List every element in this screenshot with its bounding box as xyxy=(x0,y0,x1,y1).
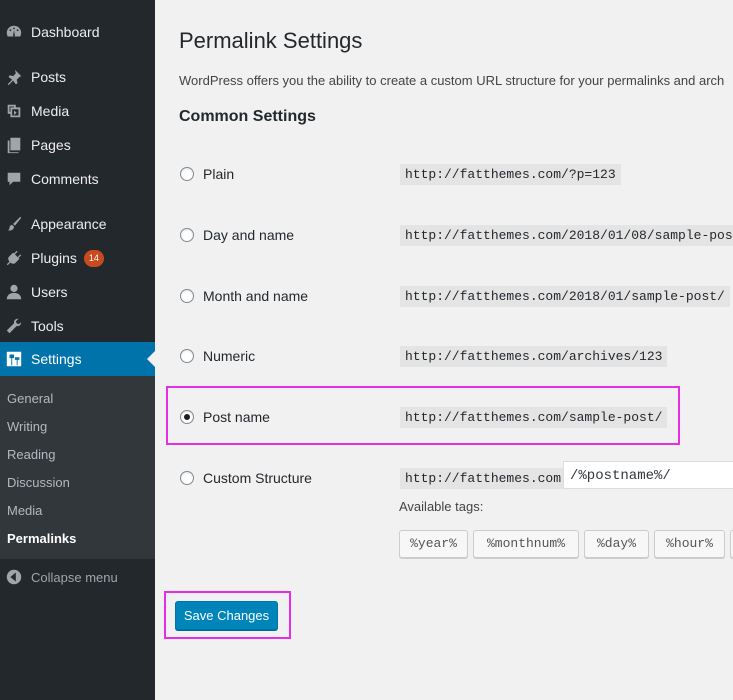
radio-day-and-name[interactable] xyxy=(180,228,194,242)
option-label-custom-structure: Custom Structure xyxy=(203,470,312,486)
submenu-reading[interactable]: Reading xyxy=(7,447,55,462)
custom-structure-input[interactable]: /%postname%/ xyxy=(563,461,733,489)
menu-label: Plugins xyxy=(31,250,77,266)
menu-label: Dashboard xyxy=(31,24,100,40)
menu-label: Settings xyxy=(31,351,82,367)
brush-icon xyxy=(4,214,24,234)
example-url-plain: http://fatthemes.com/?p=123 xyxy=(400,164,621,185)
available-tags-label: Available tags: xyxy=(399,499,484,514)
menu-label: Tools xyxy=(31,318,64,334)
comment-icon xyxy=(4,169,24,189)
submenu-media[interactable]: Media xyxy=(7,503,42,518)
option-label-post-name: Post name xyxy=(203,409,270,425)
menu-appearance[interactable]: Appearance xyxy=(0,207,155,241)
radio-month-and-name[interactable] xyxy=(180,289,194,303)
tag-year-button[interactable]: %year% xyxy=(399,530,468,558)
menu-label: Media xyxy=(31,103,70,119)
menu-label: Users xyxy=(31,284,68,300)
collapse-label: Collapse menu xyxy=(31,569,118,585)
wrench-icon xyxy=(4,316,24,336)
media-icon xyxy=(4,101,24,121)
admin-sidebar: Dashboard Posts Media Pages Comments App… xyxy=(0,0,155,700)
menu-label: Comments xyxy=(31,171,99,187)
menu-comments[interactable]: Comments xyxy=(0,162,155,196)
collapse-menu-button[interactable]: Collapse menu xyxy=(0,560,155,594)
submenu-discussion[interactable]: Discussion xyxy=(7,475,70,490)
menu-settings[interactable]: Settings xyxy=(0,342,155,376)
custom-structure-prefix: http://fatthemes.com xyxy=(400,468,567,489)
menu-label: Posts xyxy=(31,69,67,85)
example-url-post-name: http://fatthemes.com/sample-post/ xyxy=(400,407,668,428)
user-icon xyxy=(4,282,24,302)
tag-hour-button[interactable]: %hour% xyxy=(654,530,725,558)
plugin-icon xyxy=(4,248,24,268)
menu-users[interactable]: Users xyxy=(0,275,155,309)
menu-dashboard[interactable]: Dashboard xyxy=(0,15,155,49)
radio-numeric[interactable] xyxy=(180,349,194,363)
menu-posts[interactable]: Posts xyxy=(0,60,155,94)
menu-pages[interactable]: Pages xyxy=(0,128,155,162)
radio-plain[interactable] xyxy=(180,167,194,181)
main-content: Permalink Settings WordPress offers you … xyxy=(155,0,733,700)
example-url-month-and-name: http://fatthemes.com/2018/01/sample-post… xyxy=(400,286,730,307)
option-label-plain: Plain xyxy=(203,166,235,182)
collapse-icon xyxy=(4,567,24,587)
menu-media[interactable]: Media xyxy=(0,94,155,128)
submenu-general[interactable]: General xyxy=(7,391,53,406)
settings-icon xyxy=(4,349,24,369)
tag-day-button[interactable]: %day% xyxy=(584,530,649,558)
current-menu-arrow xyxy=(147,351,155,367)
option-label-numeric: Numeric xyxy=(203,348,256,364)
menu-tools[interactable]: Tools xyxy=(0,309,155,343)
menu-label: Pages xyxy=(31,137,71,153)
pin-icon xyxy=(4,67,24,87)
option-label-day-and-name: Day and name xyxy=(203,227,295,243)
tag-monthnum-button[interactable]: %monthnum% xyxy=(473,530,579,558)
pages-icon xyxy=(4,135,24,155)
radio-custom-structure[interactable] xyxy=(180,471,194,485)
submenu-writing[interactable]: Writing xyxy=(7,419,47,434)
intro-text: WordPress offers you the ability to crea… xyxy=(179,73,725,88)
menu-label: Appearance xyxy=(31,216,107,232)
example-url-numeric: http://fatthemes.com/archives/123 xyxy=(400,346,668,367)
dashboard-icon xyxy=(4,22,24,42)
menu-plugins[interactable]: Plugins 14 xyxy=(0,241,155,275)
page-title: Permalink Settings xyxy=(179,28,363,53)
section-title: Common Settings xyxy=(179,108,316,125)
save-changes-button[interactable]: Save Changes xyxy=(175,601,278,630)
option-label-month-and-name: Month and name xyxy=(203,288,309,304)
example-url-day-and-name: http://fatthemes.com/2018/01/08/sample-p… xyxy=(400,225,733,246)
update-count-badge: 14 xyxy=(83,249,104,267)
radio-post-name[interactable] xyxy=(180,410,194,424)
settings-submenu: General Writing Reading Discussion Media… xyxy=(0,376,155,559)
submenu-permalinks[interactable]: Permalinks xyxy=(7,531,76,546)
